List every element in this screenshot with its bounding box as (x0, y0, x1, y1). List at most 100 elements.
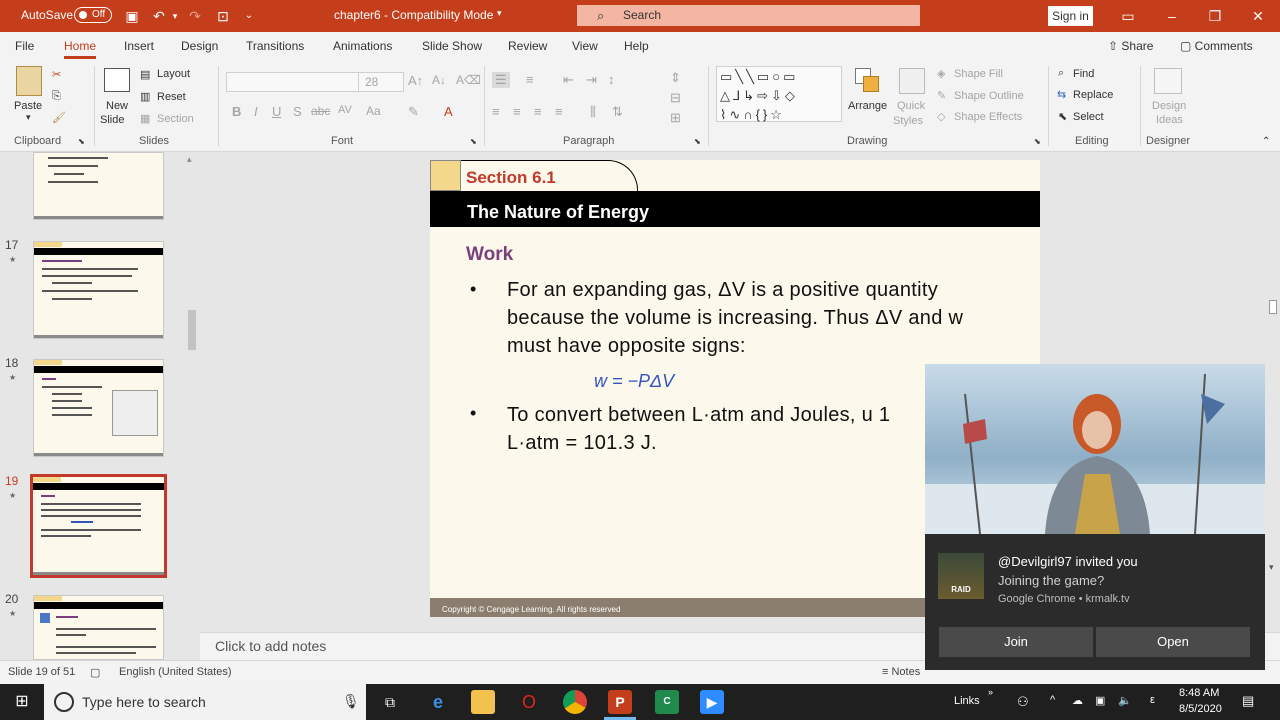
slide-thumbnail-19[interactable] (30, 474, 167, 578)
clock-time[interactable]: 8:48 AM (1179, 687, 1219, 699)
redo-icon[interactable]: ↷ (186, 7, 204, 25)
present-icon[interactable]: ⊡ (214, 7, 232, 25)
people-icon[interactable]: ⚇ (1017, 694, 1029, 710)
shape-fill-button[interactable]: Shape Fill (954, 68, 1003, 80)
increase-indent-icon[interactable]: ⇥ (586, 72, 597, 88)
arrange-icon[interactable] (855, 68, 881, 94)
arrange-button[interactable]: Arrange (848, 100, 887, 112)
shadow-icon[interactable]: S (293, 104, 302, 119)
join-button[interactable]: Join (939, 627, 1093, 657)
align-text-icon[interactable]: ⊟ (670, 90, 681, 106)
notes-placeholder[interactable]: Click to add notes (215, 638, 326, 654)
replace-icon[interactable]: ⇆ (1057, 88, 1066, 101)
character-spacing-icon[interactable]: AV (338, 104, 352, 116)
tab-transitions[interactable]: Transitions (246, 39, 304, 53)
paste-dropdown-icon[interactable]: ▾ (26, 112, 31, 123)
change-case-icon[interactable]: Aa (366, 104, 381, 118)
volume-icon[interactable]: 🔈 (1118, 694, 1132, 707)
new-slide-icon[interactable] (104, 68, 130, 92)
section-button[interactable]: Section (157, 113, 194, 125)
restore-icon[interactable]: ❐ (1205, 6, 1225, 26)
find-button[interactable]: Find (1073, 68, 1094, 80)
powerpoint-icon[interactable]: P (608, 690, 632, 714)
shapes-gallery[interactable]: ▭╲╲▭○▭ △⅃↳⇨⇩◇ ⌇∿∩{}☆ (716, 66, 842, 122)
paragraph-launcher-icon[interactable]: ⬊ (694, 137, 701, 146)
clear-formatting-icon[interactable]: A⌫ (456, 73, 481, 87)
paste-icon[interactable] (16, 66, 42, 96)
slide-thumbnail-18[interactable] (33, 359, 164, 457)
ribbon-display-icon[interactable]: ▭ (1118, 6, 1138, 26)
shape-effects-icon[interactable]: ◇ (937, 110, 945, 123)
tab-home[interactable]: Home (64, 39, 97, 59)
layout-button[interactable]: Layout (157, 68, 190, 80)
strikethrough-icon[interactable]: abc (311, 104, 330, 118)
share-button[interactable]: ⇧ Share (1108, 39, 1153, 53)
line-spacing-icon[interactable]: ↕ (608, 72, 615, 87)
minimize-icon[interactable]: – (1162, 6, 1182, 26)
search-box[interactable]: ⌕ Search (577, 5, 920, 26)
new-slide-button-line2[interactable]: Slide (100, 114, 124, 126)
font-launcher-icon[interactable]: ⬊ (470, 137, 477, 146)
thumbnail-scrollbar[interactable]: ▴ (186, 154, 198, 660)
align-right-icon[interactable]: ≡ (534, 104, 542, 119)
language-status[interactable]: English (United States) (119, 666, 232, 678)
camtasia-icon[interactable]: C (655, 690, 679, 714)
sign-in-button[interactable]: Sign in (1048, 6, 1093, 26)
tab-review[interactable]: Review (508, 39, 547, 53)
cut-icon[interactable]: ✂ (52, 68, 61, 81)
clipboard-launcher-icon[interactable]: ⬊ (78, 137, 85, 146)
design-ideas-icon[interactable] (1154, 68, 1182, 94)
onedrive-icon[interactable]: ☁ (1072, 694, 1083, 707)
new-slide-button[interactable]: New (106, 100, 128, 112)
tab-animations[interactable]: Animations (333, 39, 392, 53)
links-toolbar[interactable]: Links (954, 695, 980, 707)
task-view-icon[interactable]: ⧉ (378, 690, 402, 714)
scrollbar-thumb[interactable] (1269, 300, 1277, 314)
undo-dropdown-icon[interactable]: ▾ (166, 7, 184, 25)
format-painter-icon[interactable]: 🖌 (52, 111, 66, 124)
comments-button[interactable]: ▢ Comments (1180, 39, 1253, 53)
action-center-icon[interactable]: ▤ (1242, 693, 1254, 709)
bullets-icon[interactable]: ☰ (492, 72, 510, 88)
select-button[interactable]: Select (1073, 111, 1104, 123)
bold-icon[interactable]: B (232, 104, 241, 119)
align-left-icon[interactable]: ≡ (492, 104, 500, 119)
copy-icon[interactable]: ⎘ (52, 90, 61, 103)
links-expand-icon[interactable]: » (988, 687, 993, 697)
smartart-icon[interactable]: ⊞ (670, 110, 681, 126)
zoom-icon[interactable]: ▶ (700, 690, 724, 714)
reset-icon[interactable]: ▥ (140, 90, 150, 103)
quick-styles-icon[interactable] (899, 68, 925, 94)
shape-fill-icon[interactable]: ◈ (937, 67, 945, 80)
tab-insert[interactable]: Insert (124, 39, 154, 53)
microphone-icon[interactable]: 🎙 (342, 693, 360, 710)
open-button[interactable]: Open (1096, 627, 1250, 657)
italic-icon[interactable]: I (254, 104, 258, 119)
quick-styles-button[interactable]: Quick (897, 100, 925, 112)
decrease-font-icon[interactable]: A↓ (432, 73, 446, 87)
clock-date[interactable]: 8/5/2020 (1179, 703, 1222, 715)
highlight-icon[interactable]: ✎ (408, 104, 419, 120)
scrollbar-thumb[interactable] (188, 310, 196, 350)
reset-button[interactable]: Reset (157, 91, 186, 103)
opera-icon[interactable]: O (517, 690, 541, 714)
file-explorer-icon[interactable] (471, 690, 495, 714)
design-ideas-button-line2[interactable]: Ideas (1156, 114, 1183, 126)
increase-font-icon[interactable]: A↑ (408, 73, 423, 88)
quick-styles-button-line2[interactable]: Styles (893, 115, 923, 127)
find-icon[interactable]: ⌕ (1058, 67, 1064, 80)
slide-thumbnail-16[interactable] (33, 152, 164, 220)
tray-overflow-icon[interactable]: ^ (1050, 694, 1055, 706)
chrome-icon[interactable] (563, 690, 587, 714)
notes-toggle-button[interactable]: ≡ Notes (882, 666, 920, 678)
justify-icon[interactable]: ≡ (555, 104, 563, 119)
select-icon[interactable]: ⬉ (1058, 110, 1067, 123)
save-icon[interactable]: ▣ (123, 7, 141, 25)
drawing-launcher-icon[interactable]: ⬊ (1034, 137, 1041, 146)
section-icon[interactable]: ▦ (140, 112, 150, 125)
close-icon[interactable]: ✕ (1248, 6, 1268, 26)
main-scrollbar[interactable]: ▾ (1266, 152, 1280, 660)
font-family-combo[interactable] (226, 72, 360, 92)
underline-icon[interactable]: U (272, 104, 281, 119)
slide-thumbnail-20[interactable] (33, 595, 164, 660)
